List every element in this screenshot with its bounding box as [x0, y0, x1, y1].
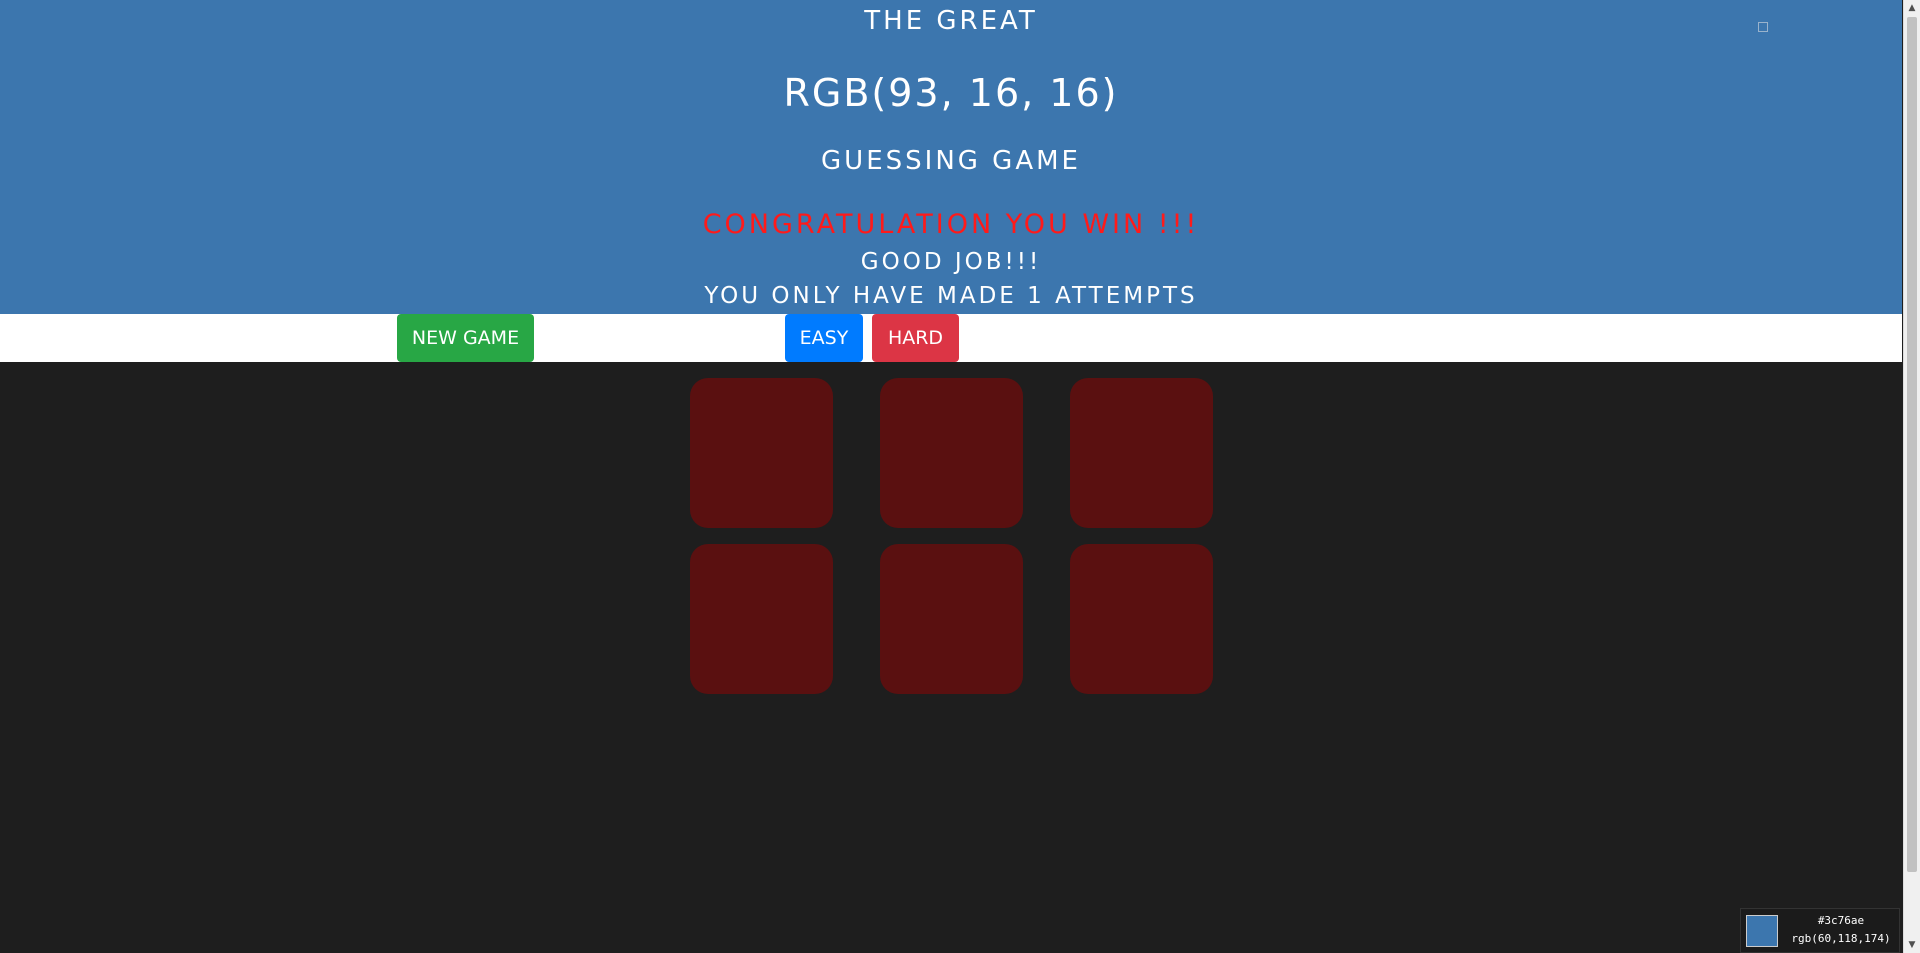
toolbar: NEW GAME EASY HARD	[0, 314, 1902, 362]
picker-hex-value: #3c76ae	[1817, 914, 1865, 927]
attempts-message: YOU ONLY HAVE MADE 1 ATTEMPTS	[704, 283, 1198, 309]
easy-mode-button[interactable]: EASY	[785, 314, 863, 362]
picker-swatch	[1746, 915, 1778, 947]
color-square[interactable]	[690, 544, 833, 694]
scroll-thumb[interactable]	[1907, 17, 1917, 872]
hard-mode-button[interactable]: HARD	[872, 314, 959, 362]
win-message: CONGRATULATION YOU WIN !!!	[702, 209, 1200, 240]
color-square[interactable]	[1070, 544, 1213, 694]
new-game-button[interactable]: NEW GAME	[397, 314, 534, 362]
color-picker-widget: #3c76ae rgb(60,118,174)	[1740, 908, 1900, 953]
game-header: THE GREAT RGB(93, 16, 16) GUESSING GAME …	[0, 0, 1902, 314]
corner-checkbox[interactable]	[1758, 22, 1768, 32]
picker-rgb-value: rgb(60,118,174)	[1791, 932, 1891, 945]
game-page: THE GREAT RGB(93, 16, 16) GUESSING GAME …	[0, 0, 1920, 953]
color-square[interactable]	[880, 378, 1023, 528]
title-bottom: GUESSING GAME	[821, 146, 1081, 176]
scroll-up-icon[interactable]: ▲	[1904, 0, 1920, 16]
good-job-message: GOOD JOB!!!	[860, 249, 1042, 275]
color-square[interactable]	[1070, 378, 1213, 528]
scroll-down-icon[interactable]: ▼	[1904, 937, 1920, 953]
vertical-scrollbar[interactable]: ▲ ▼	[1903, 0, 1920, 953]
color-board	[0, 362, 1902, 953]
target-rgb-display: RGB(93, 16, 16)	[783, 71, 1119, 115]
color-square[interactable]	[880, 544, 1023, 694]
title-top: THE GREAT	[864, 6, 1038, 36]
color-square[interactable]	[690, 378, 833, 528]
